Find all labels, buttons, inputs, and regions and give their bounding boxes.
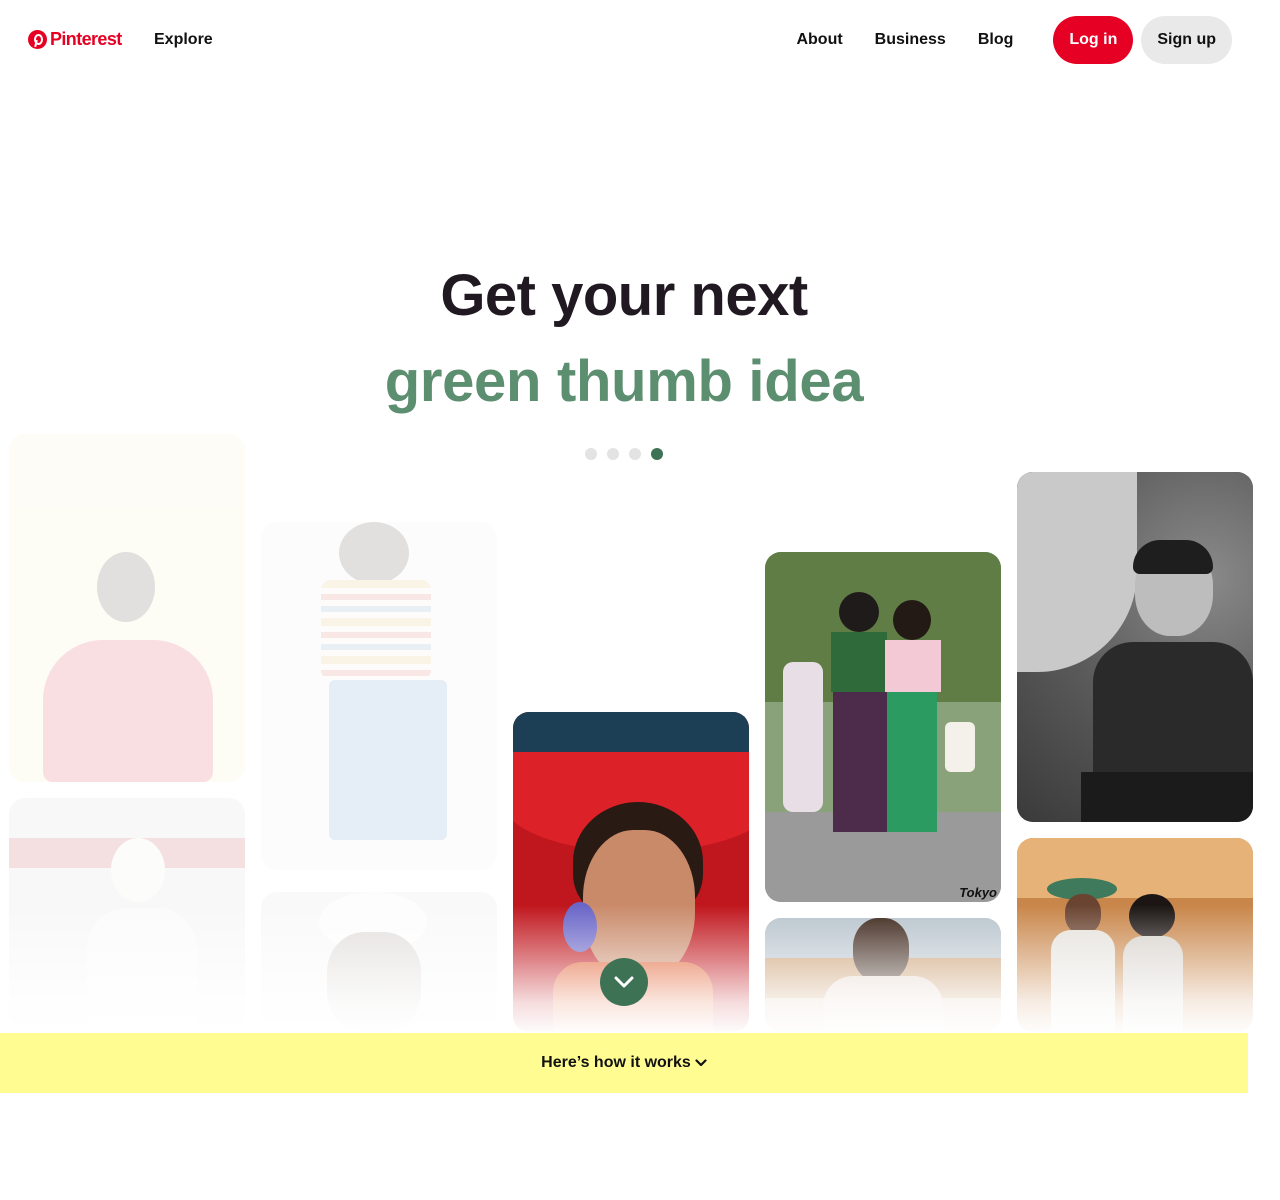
how-it-works-banner: Here’s how it works (0, 1033, 1248, 1093)
tokyo-watermark: Tokyo (959, 885, 997, 900)
nav-blog-link[interactable]: Blog (978, 16, 1014, 64)
chevron-down-icon (695, 1059, 707, 1067)
pin-image-man-red-sweater[interactable] (9, 434, 245, 782)
carousel-dot-1[interactable] (585, 448, 597, 460)
nav-business-link[interactable]: Business (875, 16, 946, 64)
pin-image-couple-autumn[interactable] (1017, 838, 1253, 1032)
carousel-dot-4[interactable] (651, 448, 663, 460)
signup-button[interactable]: Sign up (1141, 16, 1232, 64)
carousel-dot-2[interactable] (607, 448, 619, 460)
pin-image-woman-striped-shirt[interactable] (261, 522, 497, 870)
carousel-dots (585, 448, 663, 460)
brand-name: Pinterest (50, 29, 122, 49)
hero-topic: green thumb idea (384, 349, 864, 414)
nav-right: About Business Blog Log in Sign up (796, 16, 1232, 64)
top-nav: Pinterest Explore About Business Blog Lo… (0, 0, 1280, 80)
pin-image-man-glasses[interactable] (261, 892, 497, 1032)
nav-explore-link[interactable]: Explore (154, 31, 213, 49)
pinterest-logo[interactable]: Pinterest (28, 29, 122, 50)
pin-image-man-black-white[interactable] (1017, 472, 1253, 822)
pin-image-woman-hijab[interactable] (9, 798, 245, 1028)
pin-image-man-polo[interactable] (765, 918, 1001, 1032)
how-it-works-label: Here’s how it works (541, 1054, 691, 1071)
carousel-dot-3[interactable] (629, 448, 641, 460)
hero-title: Get your next (440, 263, 808, 328)
pinterest-logo-icon (28, 30, 47, 49)
nav-about-link[interactable]: About (796, 16, 842, 64)
chevron-down-icon (614, 976, 634, 988)
scroll-down-button[interactable] (600, 958, 648, 1006)
login-button[interactable]: Log in (1053, 16, 1134, 64)
how-it-works-link[interactable]: Here’s how it works (541, 1054, 707, 1072)
pin-image-two-women-street[interactable]: Tokyo (765, 552, 1001, 902)
